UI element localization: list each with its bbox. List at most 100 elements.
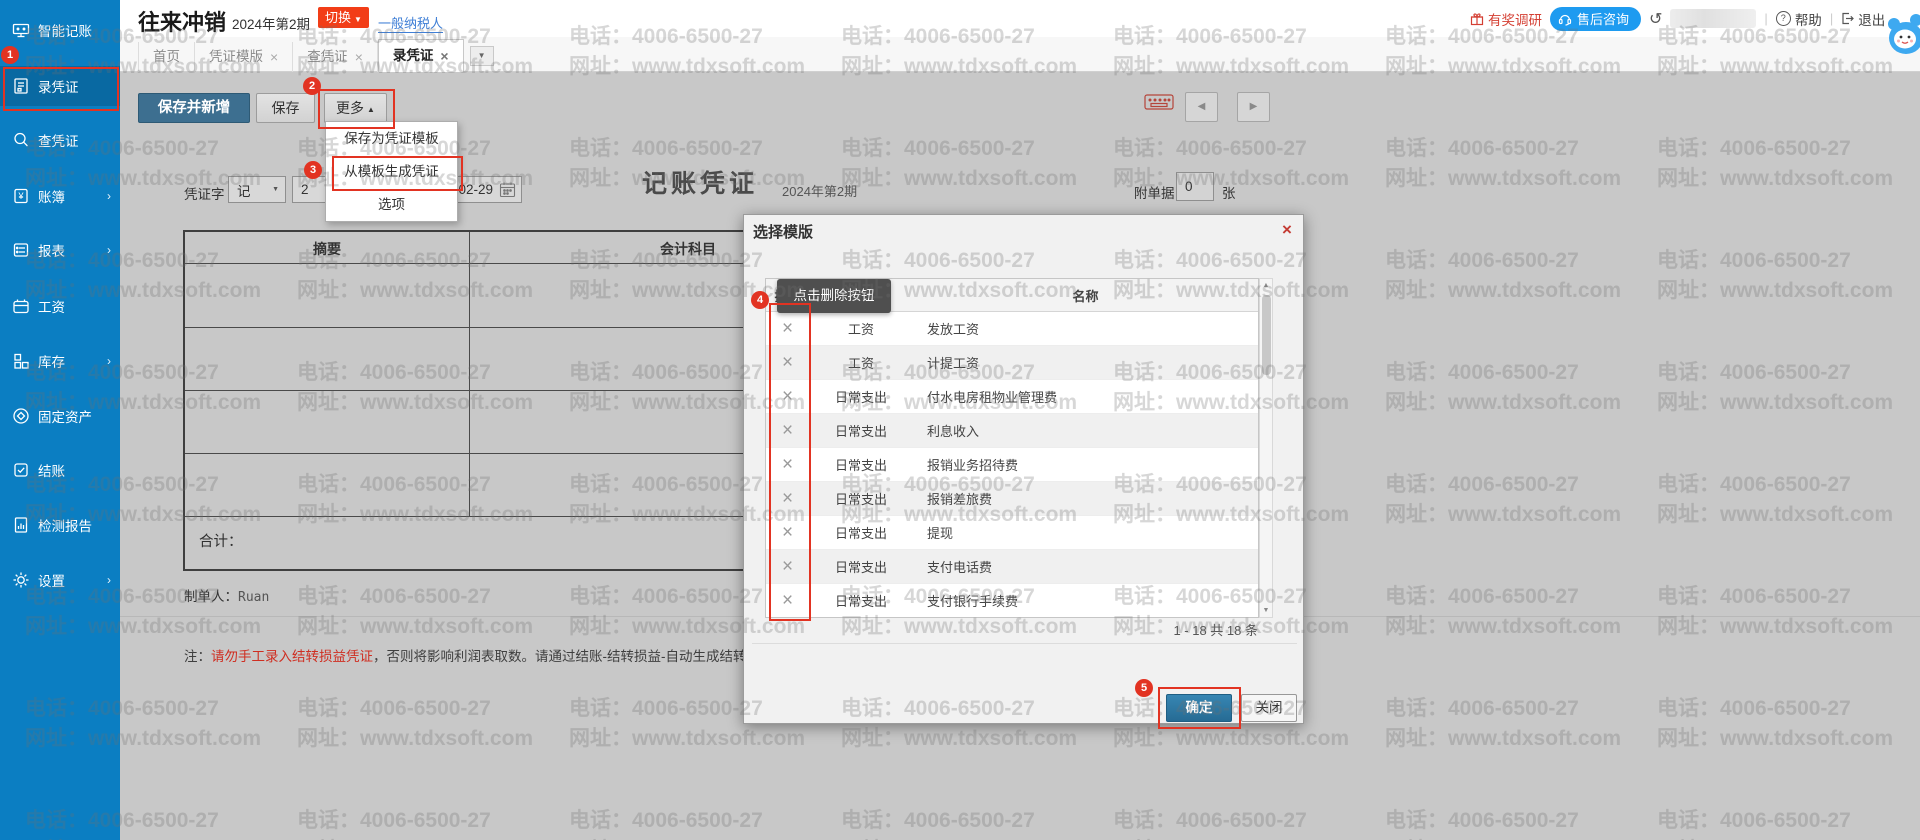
- undo-icon[interactable]: ↺: [1649, 9, 1662, 29]
- page-title: 往来冲销: [138, 5, 226, 37]
- chevron-right-icon: ›: [107, 189, 111, 203]
- prev-voucher-button[interactable]: ◀: [1185, 92, 1218, 122]
- more-button[interactable]: 更多▲: [324, 93, 387, 123]
- scroll-up-icon[interactable]: ▲: [1260, 282, 1272, 289]
- template-row[interactable]: ×日常支出报销业务招待费: [766, 448, 1258, 482]
- confirm-button[interactable]: 确定: [1166, 694, 1232, 722]
- help-button[interactable]: ?帮助: [1776, 9, 1822, 29]
- delete-icon[interactable]: ×: [782, 488, 793, 509]
- watermark-text: 网址：www.tdxsoft.com: [1657, 498, 1893, 528]
- template-row[interactable]: ×日常支出支付电话费: [766, 550, 1258, 584]
- tab-home[interactable]: 首页: [138, 42, 195, 72]
- watermark-text: 网址：www.tdxsoft.com: [1657, 274, 1893, 304]
- tab-voucher-entry[interactable]: 录凭证×: [378, 39, 464, 72]
- attachment-unit: 张: [1222, 182, 1236, 202]
- preparer-name: Ruan: [238, 590, 269, 605]
- watermark-text: 网址：www.tdxsoft.com: [1385, 386, 1621, 416]
- sidebar-item-ledger[interactable]: ¥ 账簿 ›: [0, 176, 120, 216]
- save-and-new-button[interactable]: 保存并新增: [138, 93, 250, 123]
- support-button[interactable]: 售后咨询: [1550, 7, 1641, 31]
- sidebar-item-salary[interactable]: 工资: [0, 286, 120, 326]
- assistant-mascot[interactable]: [1886, 14, 1920, 58]
- watermark-text: 网址：www.tdxsoft.com: [1385, 274, 1621, 304]
- survey-link[interactable]: 有奖调研: [1470, 9, 1542, 29]
- menu-item-save-as-template[interactable]: 保存为凭证模板: [326, 122, 457, 155]
- chevron-right-icon: ›: [107, 573, 111, 587]
- sidebar-item-settings[interactable]: 设置 ›: [0, 560, 120, 600]
- delete-icon[interactable]: ×: [782, 556, 793, 577]
- close-button[interactable]: 关闭: [1241, 694, 1297, 722]
- gear-icon: [12, 571, 30, 589]
- delete-icon[interactable]: ×: [782, 386, 793, 407]
- watermark-text: 电话：4006-6500-27: [1657, 244, 1851, 274]
- taxpayer-type-link[interactable]: 一般纳税人: [378, 13, 443, 33]
- tab-list-dropdown[interactable]: ▼: [470, 46, 494, 66]
- close-icon[interactable]: ×: [1278, 221, 1296, 239]
- sidebar-item-smart-accounting[interactable]: 智能记账: [0, 10, 120, 50]
- template-row[interactable]: ×日常支出提现: [766, 516, 1258, 550]
- footer-note: 注：请勿手工录入结转损益凭证，否则将影响利润表取数。请通过结账-结转损益-自动生…: [184, 645, 814, 665]
- watermark-text: 电话：4006-6500-27: [1385, 804, 1579, 834]
- watermark-text: 电话：4006-6500-27: [569, 580, 763, 610]
- ledger-icon: ¥: [12, 187, 30, 205]
- sidebar-item-inventory[interactable]: 库存 ›: [0, 341, 120, 381]
- svg-text:¥: ¥: [17, 191, 24, 201]
- caret-down-icon: ▼: [478, 51, 486, 60]
- headset-icon: [1558, 12, 1572, 26]
- template-row[interactable]: ×日常支出利息收入: [766, 414, 1258, 448]
- watermark-text: 电话：4006-6500-27: [1657, 468, 1851, 498]
- tab-voucher-template[interactable]: 凭证模版×: [195, 42, 293, 72]
- watermark-text: 电话：4006-6500-27: [1385, 132, 1579, 162]
- keyboard-shortcut-icon[interactable]: [1144, 94, 1174, 114]
- scrollbar-thumb[interactable]: [1262, 295, 1271, 375]
- scrollbar[interactable]: ▲ ▼: [1259, 278, 1273, 618]
- menu-item-generate-from-template[interactable]: 从模板生成凭证: [326, 155, 457, 188]
- menu-item-options[interactable]: 选项: [326, 188, 457, 221]
- delete-icon[interactable]: ×: [782, 420, 793, 441]
- switch-period-button[interactable]: 切换▼: [318, 7, 369, 28]
- sidebar-item-label: 账簿: [38, 186, 65, 206]
- watermark-text: 网址：www.tdxsoft.com: [1385, 722, 1621, 752]
- close-icon[interactable]: ×: [270, 42, 278, 72]
- sidebar-item-label: 检测报告: [38, 515, 92, 535]
- scroll-down-icon[interactable]: ▼: [1260, 607, 1272, 614]
- sidebar-item-label: 智能记账: [38, 20, 92, 40]
- smart-accounting-icon: [12, 21, 30, 39]
- template-row[interactable]: ×工资计提工资: [766, 346, 1258, 380]
- sidebar-item-voucher-entry[interactable]: 录凭证: [0, 66, 120, 106]
- next-voucher-button[interactable]: ▶: [1237, 92, 1270, 122]
- attachment-label: 附单据: [1134, 182, 1175, 202]
- watermark-text: 电话：4006-6500-27: [1113, 804, 1307, 834]
- tab-bar: 首页 凭证模版× 查凭证× 录凭证× ▼: [120, 37, 1920, 72]
- template-row[interactable]: ×日常支出支付银行手续费: [766, 584, 1258, 618]
- watermark-text: 网址：www.tdxsoft.com: [1657, 834, 1893, 840]
- delete-icon[interactable]: ×: [782, 590, 793, 611]
- sidebar-item-test-report[interactable]: 检测报告: [0, 505, 120, 545]
- watermark-text: 网址：www.tdxsoft.com: [297, 834, 533, 840]
- template-row[interactable]: ×日常支出报销差旅费: [766, 482, 1258, 516]
- watermark-text: 网址：www.tdxsoft.com: [841, 834, 1077, 840]
- logout-button[interactable]: 退出: [1841, 9, 1885, 29]
- watermark-text: 网址：www.tdxsoft.com: [1385, 498, 1621, 528]
- close-icon[interactable]: ×: [355, 42, 363, 72]
- delete-icon[interactable]: ×: [782, 318, 793, 339]
- account-name-blurred[interactable]: [1670, 9, 1756, 28]
- template-row[interactable]: ×工资发放工资: [766, 312, 1258, 346]
- tab-voucher-search[interactable]: 查凭证×: [293, 42, 378, 72]
- attachment-count-input[interactable]: 0: [1176, 172, 1214, 201]
- sidebar-item-reports[interactable]: 报表 ›: [0, 230, 120, 270]
- arrow-left-icon: ◀: [1198, 101, 1206, 112]
- delete-icon[interactable]: ×: [782, 522, 793, 543]
- sidebar-item-voucher-search[interactable]: 查凭证: [0, 120, 120, 160]
- pagination-info: 1 - 18 共 18 条: [1066, 620, 1258, 639]
- sidebar-item-label: 工资: [38, 296, 65, 316]
- template-row[interactable]: ×日常支出付水电房租物业管理费: [766, 380, 1258, 414]
- sidebar-item-closing[interactable]: 结账: [0, 450, 120, 490]
- close-icon[interactable]: ×: [440, 41, 448, 71]
- template-table: 操作 类别 名称 ×工资发放工资 ×工资计提工资 ×日常支出付水电房租物业管理费…: [765, 278, 1259, 618]
- voucher-word-select[interactable]: 记 ▼: [228, 176, 286, 203]
- save-button[interactable]: 保存: [256, 93, 315, 123]
- delete-icon[interactable]: ×: [782, 352, 793, 373]
- delete-icon[interactable]: ×: [782, 454, 793, 475]
- sidebar-item-fixed-assets[interactable]: 固定资产: [0, 396, 120, 436]
